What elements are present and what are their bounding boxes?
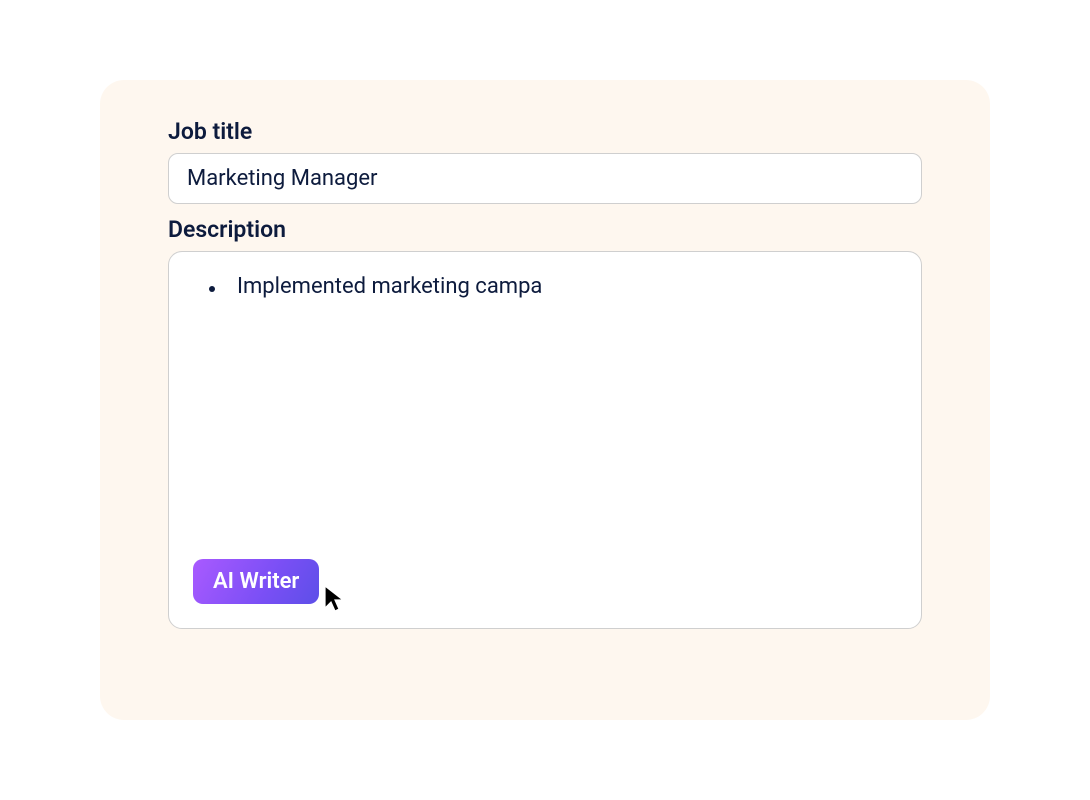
job-title-input[interactable] <box>168 153 922 204</box>
cursor-icon <box>323 584 349 614</box>
ai-writer-button[interactable]: AI Writer <box>193 559 319 604</box>
bullet-line: Implemented marketing campa <box>197 274 893 299</box>
form-card: Job title Description Implemented market… <box>100 80 990 720</box>
job-title-label: Job title <box>168 118 922 145</box>
description-label: Description <box>168 216 922 243</box>
description-textarea[interactable]: Implemented marketing campa AI Writer <box>168 251 922 629</box>
bullet-icon <box>209 286 215 292</box>
bullet-text: Implemented marketing campa <box>237 274 542 299</box>
